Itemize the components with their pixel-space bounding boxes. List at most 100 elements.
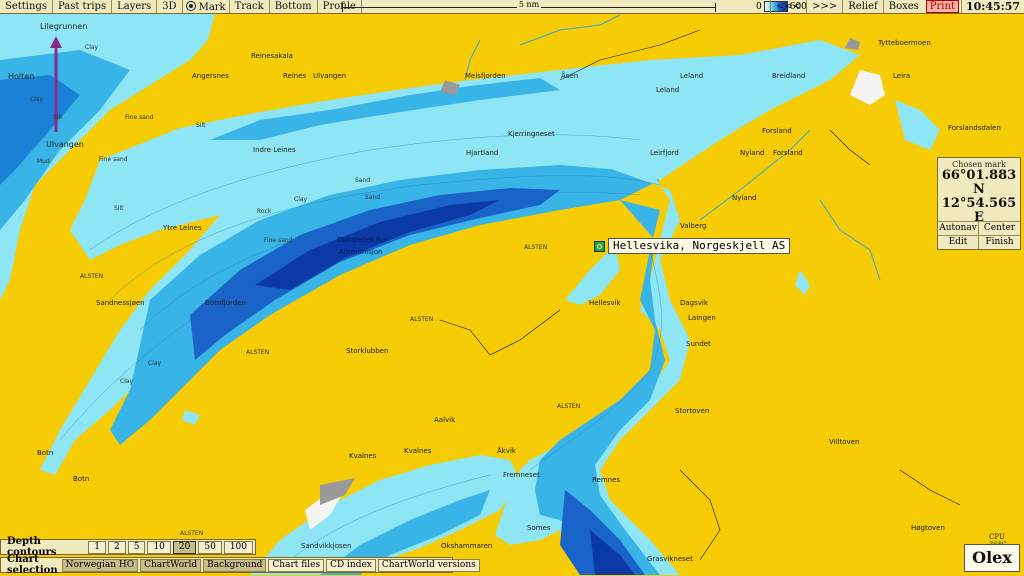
relief-button[interactable]: Relief bbox=[842, 0, 882, 13]
contour-option-1[interactable]: 1 bbox=[88, 540, 106, 554]
place-botn: Botn bbox=[37, 449, 54, 457]
seabed-label: Silt bbox=[53, 114, 63, 121]
nav-back-button[interactable]: <<< bbox=[769, 0, 806, 13]
olex-logo: Olex bbox=[964, 544, 1020, 572]
place-ulvangen: Ulvangen bbox=[313, 72, 347, 80]
place-grasvikneset: Grasvikneset bbox=[647, 555, 693, 563]
seabed-label: Clay bbox=[120, 378, 134, 385]
place-alsten-b: ALSTEN bbox=[180, 530, 204, 537]
placemark[interactable]: Hellesvika, Norgeskjell AS bbox=[594, 238, 791, 254]
place-dagsvik: Dagsvik bbox=[680, 299, 708, 307]
place-leirfjord: Leirfjord bbox=[650, 149, 679, 157]
scale-bar: 5 nm bbox=[342, 0, 716, 13]
place-botnfjorden: Botnfjorden bbox=[205, 299, 246, 307]
place-ulvangen-w: Ulvangen bbox=[46, 140, 84, 149]
place-kvalnes: Kvalnes bbox=[349, 452, 377, 460]
place-aalvik: Aalvik bbox=[434, 416, 456, 424]
seabed-label: Sand bbox=[355, 177, 371, 184]
place-leland2: Leland bbox=[656, 86, 680, 94]
place-fremneset: Fremneset bbox=[503, 471, 540, 479]
finish-button[interactable]: Finish bbox=[979, 235, 1020, 249]
seabed-label: Silt bbox=[114, 205, 124, 212]
chartworld-versions-button[interactable]: ChartWorld versions bbox=[377, 558, 480, 572]
chart-selection-title: Chart selection bbox=[7, 554, 58, 576]
place-forsland2: Forsland bbox=[773, 149, 803, 157]
place-remnes: Remnes bbox=[592, 476, 621, 484]
place-leland: Leland bbox=[680, 72, 704, 80]
nav-forward-button[interactable]: >>> bbox=[806, 0, 842, 13]
place-hellesvik: Hellesvik bbox=[589, 299, 621, 307]
layers-button[interactable]: Layers bbox=[112, 0, 158, 13]
place-holten: Holten bbox=[8, 72, 35, 81]
background-button[interactable]: Background bbox=[203, 558, 267, 572]
seabed-label: Fine sand bbox=[125, 114, 154, 121]
contour-option-10[interactable]: 10 bbox=[147, 540, 171, 554]
place-kvalnes2: Kvalnes bbox=[404, 447, 432, 455]
track-button[interactable]: Track bbox=[230, 0, 270, 13]
center-button[interactable]: Center bbox=[979, 221, 1020, 235]
mark-button[interactable]: Mark bbox=[183, 0, 230, 13]
norwegian-ho-button[interactable]: Norwegian HO bbox=[61, 558, 139, 572]
3d-button[interactable]: 3D bbox=[157, 0, 183, 13]
place-nyland2: Nyland bbox=[732, 194, 757, 202]
autonav-button[interactable]: Autonav bbox=[938, 221, 979, 235]
place-ammunisjon: Ammunisjon bbox=[339, 248, 383, 256]
seabed-label: Fine sand bbox=[264, 237, 293, 244]
placemark-label: Hellesvika, Norgeskjell AS bbox=[608, 238, 791, 254]
place-villtoven: Villtoven bbox=[829, 438, 860, 446]
place-akvik: Åkvik bbox=[497, 447, 516, 455]
contour-option-100[interactable]: 100 bbox=[223, 540, 253, 554]
place-alsten-n: ALSTEN bbox=[524, 244, 548, 251]
place-indre-leines: Indre Leines bbox=[253, 146, 296, 154]
place-angersnes: Angersnes bbox=[192, 72, 229, 80]
place-sundet: Sundet bbox=[686, 340, 711, 348]
place-kjerringneset: Kjerringneset bbox=[508, 130, 555, 138]
place-lovegrunnen: Lilegrunnen bbox=[40, 22, 88, 31]
place-tytteboermoen: Tytteboermoen bbox=[878, 39, 931, 47]
place-reinesaksla: Reinesakala bbox=[251, 52, 293, 60]
place-storklubben: Storklubben bbox=[346, 347, 389, 355]
print-button[interactable]: Print bbox=[925, 0, 959, 13]
seabed-label: Sand bbox=[365, 194, 381, 201]
seabed-label: Silt bbox=[196, 122, 206, 129]
placemark-icon[interactable] bbox=[594, 240, 605, 252]
mark-icon bbox=[185, 1, 196, 11]
chart-files-button[interactable]: Chart files bbox=[268, 558, 325, 572]
contour-option-2[interactable]: 2 bbox=[107, 540, 126, 554]
scale-label: 5 nm bbox=[516, 0, 542, 9]
place-meisfjorden: Meisfjorden bbox=[465, 72, 506, 80]
bottom-button[interactable]: Bottom bbox=[270, 0, 318, 13]
contour-option-20[interactable]: 20 bbox=[172, 540, 197, 554]
seabed-label: Mud bbox=[37, 158, 50, 165]
nautical-chart[interactable] bbox=[0, 0, 1024, 575]
place-dumpefelt: Dumpefelt For bbox=[337, 236, 388, 244]
place-nyland: Nyland bbox=[740, 149, 765, 157]
place-botn2: Botn bbox=[73, 475, 90, 483]
seabed-label: Clay bbox=[30, 96, 44, 103]
place-somes: Somes bbox=[527, 524, 551, 532]
depth-contours-bar: Depth contours 1 2 5 10 20 50 100 bbox=[0, 536, 256, 558]
place-reines: Reines bbox=[283, 72, 307, 80]
clock: 10:45:57 bbox=[960, 0, 1024, 13]
place-stortoven: Stortoven bbox=[675, 407, 710, 415]
place-alsten-c: ALSTEN bbox=[410, 316, 434, 323]
chart-selection-bar: Chart selection Norwegian HO ChartWorld … bbox=[0, 554, 480, 576]
toolbar-right: <<< >>> Relief Boxes Print 10:45:57 bbox=[769, 0, 1024, 13]
latitude-value: 66°01.883 N bbox=[941, 168, 1017, 197]
past-trips-button[interactable]: Past trips bbox=[53, 0, 113, 13]
place-okshammaren: Okshammaren bbox=[441, 542, 493, 550]
contour-option-5[interactable]: 5 bbox=[127, 540, 146, 554]
settings-button[interactable]: Settings bbox=[0, 0, 53, 13]
place-forsland: Forsland bbox=[762, 127, 792, 135]
contour-option-50[interactable]: 50 bbox=[198, 540, 222, 554]
place-breidland: Breidland bbox=[772, 72, 806, 80]
place-asen: Åsen bbox=[561, 72, 579, 80]
boxes-button[interactable]: Boxes bbox=[882, 0, 924, 13]
cd-index-button[interactable]: CD index bbox=[326, 558, 376, 572]
place-hogtoven: Høgtoven bbox=[911, 524, 945, 532]
place-sandnessjoen: Sandnessjøen bbox=[96, 299, 145, 307]
place-hjartland: Hjartland bbox=[466, 149, 499, 157]
place-ytre-leines: Ytre Leines bbox=[163, 224, 202, 232]
edit-button[interactable]: Edit bbox=[938, 235, 979, 249]
chartworld-button[interactable]: ChartWorld bbox=[140, 558, 202, 572]
